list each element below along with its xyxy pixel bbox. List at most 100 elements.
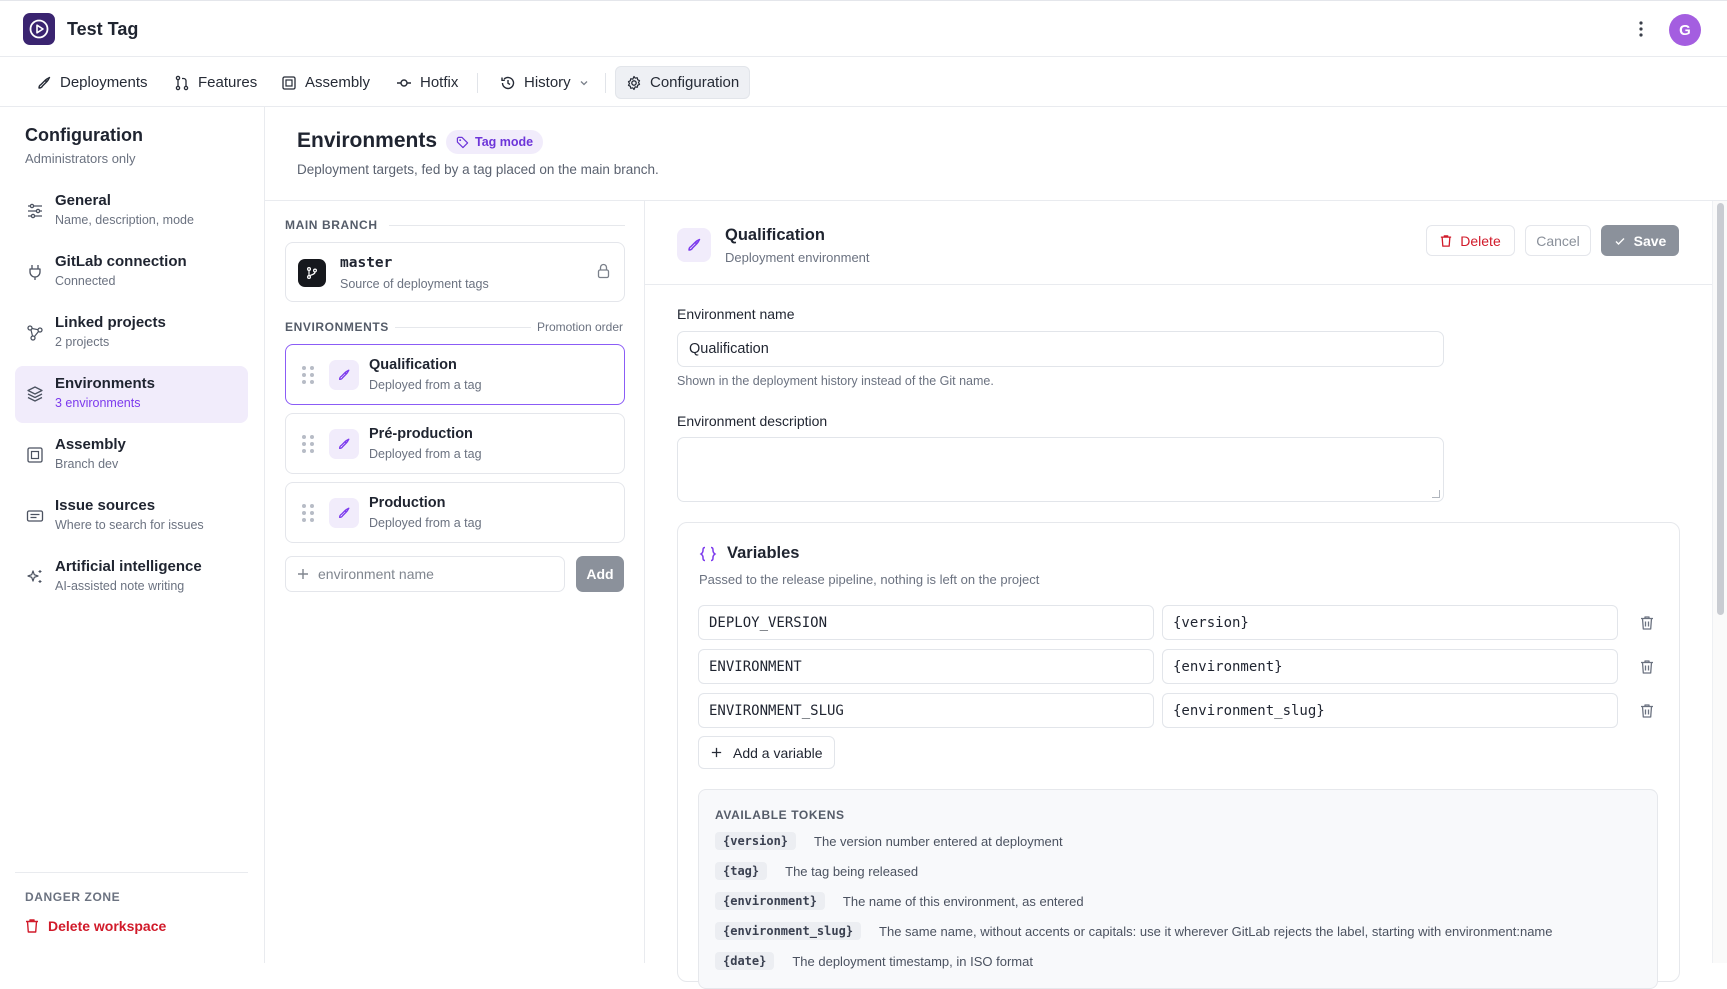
variable-value-input[interactable]: {version}: [1162, 605, 1618, 640]
variable-key-input[interactable]: ENVIRONMENT_SLUG: [698, 693, 1154, 728]
plus-icon: [711, 747, 722, 758]
variable-value-input[interactable]: {environment}: [1162, 649, 1618, 684]
sidebar-item-desc: 2 projects: [55, 335, 110, 349]
variable-key-input[interactable]: DEPLOY_VERSION: [698, 605, 1154, 640]
rocket-icon: [38, 76, 51, 89]
play-icon: [29, 19, 49, 39]
sidebar-item-desc: Connected: [55, 274, 116, 288]
gear-icon: [627, 75, 641, 90]
tab-history[interactable]: History: [490, 66, 599, 99]
environment-card-production[interactable]: Production Deployed from a tag: [285, 482, 625, 543]
sidebar-item-gitlab-connection[interactable]: GitLab connection Connected: [15, 244, 248, 301]
tab-hotfix[interactable]: Hotfix: [386, 66, 468, 99]
promotion-order-label: Promotion order: [536, 320, 623, 334]
token-desc: The version number entered at deployment: [814, 833, 1063, 849]
detail-scrollbar[interactable]: [1712, 201, 1727, 963]
delete-variable-icon[interactable]: [1639, 614, 1655, 632]
token-desc: The tag being released: [785, 863, 919, 879]
scrollbar-thumb[interactable]: [1717, 203, 1724, 615]
sidebar-item-desc: Name, description, mode: [55, 213, 194, 227]
environments-section-label: ENVIRONMENTS: [285, 320, 389, 334]
environment-card-pre-production[interactable]: Pré-production Deployed from a tag: [285, 413, 625, 474]
environment-name: Pré-production: [369, 426, 473, 442]
delete-variable-icon[interactable]: [1639, 702, 1655, 720]
sliders-icon: [25, 201, 45, 221]
token-desc: The name of this environment, as entered: [842, 893, 1084, 909]
token-row: {environment_slug} The same name, withou…: [715, 922, 1552, 940]
plus-icon: [298, 569, 308, 579]
rocket-icon: [329, 360, 359, 390]
tab-configuration[interactable]: Configuration: [615, 66, 751, 99]
sidebar-item-assembly[interactable]: Assembly Branch dev: [15, 427, 248, 484]
frame-icon: [25, 445, 45, 465]
badge-label: Tag mode: [475, 135, 534, 149]
add-environment-button[interactable]: Add: [576, 556, 624, 592]
resize-handle-icon[interactable]: [1432, 490, 1440, 498]
sidebar-item-label: Issue sources: [55, 497, 156, 514]
environments-list-panel: MAIN BRANCH master Source of deployment …: [265, 201, 645, 963]
sidebar-item-label: General: [55, 192, 111, 209]
tab-deployments[interactable]: Deployments: [26, 66, 158, 99]
tag-mode-badge: Tag mode: [446, 130, 544, 154]
check-icon: [1615, 237, 1625, 245]
user-avatar[interactable]: G: [1669, 14, 1701, 46]
nav-divider: [477, 73, 478, 93]
plug-icon: [25, 262, 45, 282]
delete-button[interactable]: Delete: [1426, 225, 1515, 256]
tab-label: Hotfix: [420, 74, 459, 91]
branch-name: master: [340, 255, 393, 271]
sidebar-item-desc: AI-assisted note writing: [55, 579, 185, 593]
tab-assembly[interactable]: Assembly: [271, 66, 380, 99]
nav-divider: [605, 73, 606, 93]
drag-handle-icon[interactable]: [302, 504, 314, 522]
app-title: Test Tag: [67, 19, 139, 39]
save-button[interactable]: Save: [1601, 225, 1679, 256]
ticket-icon: [25, 506, 45, 526]
environment-name-input[interactable]: Qualification: [677, 331, 1444, 367]
sidebar-subtitle: Administrators only: [25, 151, 136, 166]
tab-label: Configuration: [650, 74, 740, 91]
new-environment-input[interactable]: environment name: [285, 556, 565, 592]
add-variable-label: Add a variable: [733, 744, 823, 761]
branch-desc: Source of deployment tags: [340, 277, 489, 291]
tab-label: History: [524, 74, 571, 91]
sidebar-item-general[interactable]: General Name, description, mode: [15, 183, 248, 240]
trash-icon: [26, 919, 38, 933]
sidebar-item-linked-projects[interactable]: Linked projects 2 projects: [15, 305, 248, 362]
page-subtitle: Deployment targets, fed by a tag placed …: [297, 162, 659, 177]
drag-handle-icon[interactable]: [302, 366, 314, 384]
main-nav: Deployments Features Assembly Hotfix His…: [0, 57, 1727, 107]
more-options-icon[interactable]: [1632, 17, 1650, 41]
sidebar-item-label: Artificial intelligence: [55, 558, 202, 575]
sidebar-item-environments[interactable]: Environments 3 environments: [15, 366, 248, 423]
token-row: {version} The version number entered at …: [715, 832, 1063, 850]
sidebar-divider: [15, 872, 248, 873]
cancel-button[interactable]: Cancel: [1525, 225, 1591, 256]
drag-handle-icon[interactable]: [302, 435, 314, 453]
tokens-heading: AVAILABLE TOKENS: [715, 808, 845, 822]
danger-zone-label: DANGER ZONE: [25, 890, 121, 904]
environment-desc: Deployed from a tag: [369, 378, 482, 392]
environment-description-input[interactable]: [677, 437, 1444, 502]
rocket-icon: [329, 498, 359, 528]
token-code: {environment_slug}: [715, 922, 862, 940]
app-logo[interactable]: [23, 13, 55, 45]
sidebar-item-issue-sources[interactable]: Issue sources Where to search for issues: [15, 488, 248, 545]
network-icon: [25, 323, 45, 343]
tag-icon: [456, 136, 469, 148]
environment-card-qualification[interactable]: Qualification Deployed from a tag: [285, 344, 625, 405]
environment-desc: Deployed from a tag: [369, 447, 482, 461]
token-code: {version}: [715, 832, 797, 850]
tab-features[interactable]: Features: [164, 66, 267, 99]
delete-variable-icon[interactable]: [1639, 658, 1655, 676]
variable-value-input[interactable]: {environment_slug}: [1162, 693, 1618, 728]
sidebar-item-artificial-intelligence[interactable]: Artificial intelligence AI-assisted note…: [15, 549, 248, 606]
delete-workspace-button[interactable]: Delete workspace: [25, 918, 166, 934]
delete-label: Delete: [1460, 232, 1501, 249]
add-variable-button[interactable]: Add a variable: [698, 736, 835, 769]
sidebar-item-label: Assembly: [55, 436, 126, 453]
lock-icon: [597, 263, 610, 282]
variable-key-input[interactable]: ENVIRONMENT: [698, 649, 1154, 684]
token-desc: The deployment timestamp, in ISO format: [792, 953, 1033, 969]
main-branch-card: master Source of deployment tags: [285, 242, 625, 302]
